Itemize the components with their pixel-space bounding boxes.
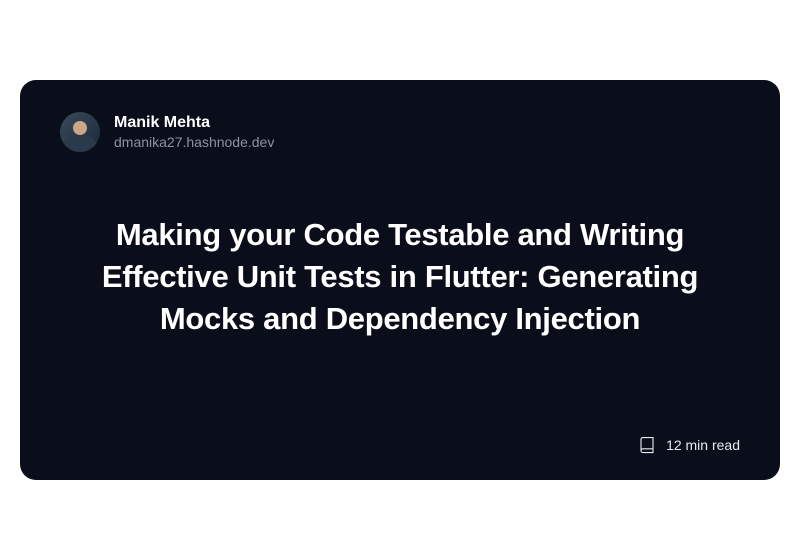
book-icon <box>638 436 656 454</box>
article-title: Making your Code Testable and Writing Ef… <box>60 214 740 340</box>
read-time-text: 12 min read <box>666 437 740 453</box>
article-card: Manik Mehta dmanika27.hashnode.dev Makin… <box>20 80 780 480</box>
author-avatar[interactable] <box>60 112 100 152</box>
author-info: Manik Mehta dmanika27.hashnode.dev <box>114 113 274 151</box>
author-name[interactable]: Manik Mehta <box>114 113 274 132</box>
author-domain[interactable]: dmanika27.hashnode.dev <box>114 134 274 151</box>
author-row: Manik Mehta dmanika27.hashnode.dev <box>60 112 740 152</box>
read-time-badge: 12 min read <box>638 436 740 454</box>
